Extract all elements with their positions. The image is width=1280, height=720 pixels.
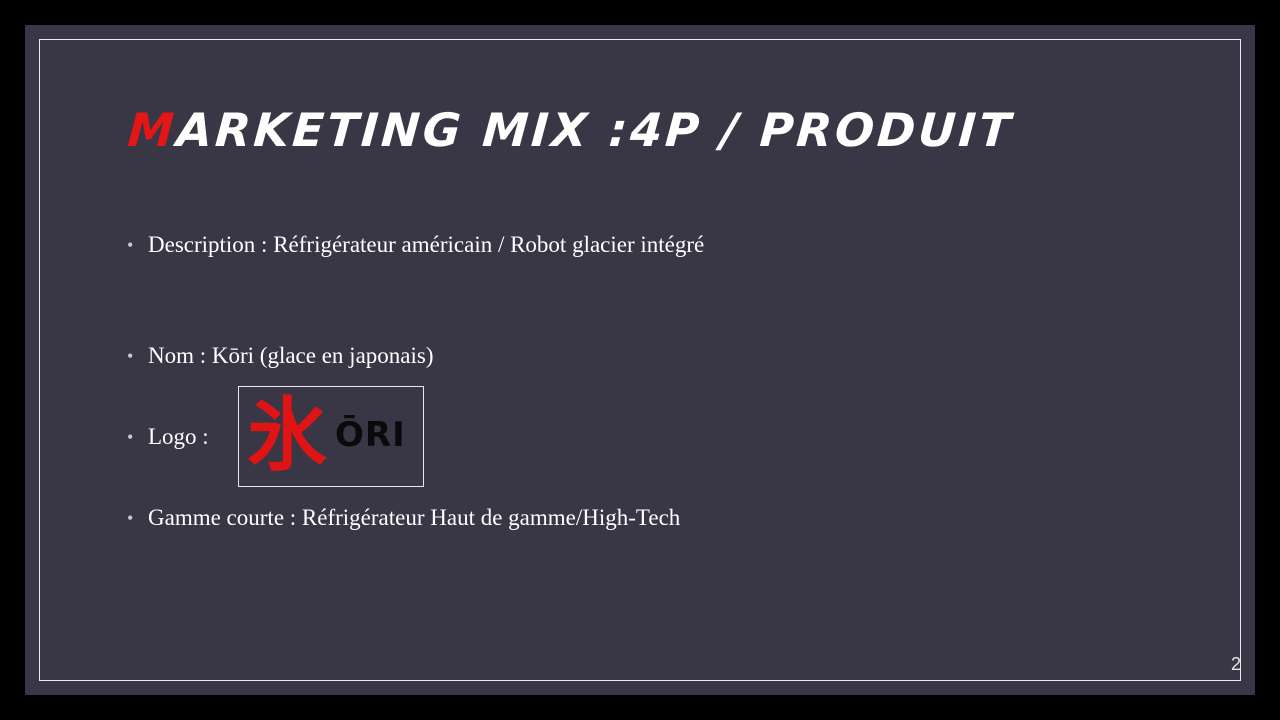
logo-kanji: 氷 xyxy=(247,389,327,482)
bullet-marker: • xyxy=(127,235,134,255)
bullet-description: • Description : Réfrigérateur américain … xyxy=(127,230,827,260)
bullet-marker: • xyxy=(127,346,134,366)
bullet-text: Description : Réfrigérateur américain / … xyxy=(148,232,705,257)
bullet-text: Nom : Kōri (glace en japonais) xyxy=(148,343,434,368)
bullet-range: • Gamme courte : Réfrigérateur Haut de g… xyxy=(127,503,827,533)
page-number: 2 xyxy=(1230,654,1241,674)
title-first-letter: M xyxy=(126,103,179,157)
bullet-marker: • xyxy=(127,427,134,447)
bullet-text: Gamme courte : Réfrigérateur Haut de gam… xyxy=(148,505,681,530)
logo-word: ŌRI xyxy=(335,415,406,455)
title-rest: arketing Mix :4P / Produit xyxy=(174,103,1016,157)
bullet-marker: • xyxy=(127,508,134,528)
bullet-name: • Nom : Kōri (glace en japonais) xyxy=(127,341,827,371)
slide: Marketing Mix :4P / Produit • Descriptio… xyxy=(25,25,1255,695)
slide-title: Marketing Mix :4P / Produit xyxy=(126,103,1015,157)
bullet-logo: • Logo : xyxy=(127,422,827,452)
kori-logo-image: 氷 ŌRI xyxy=(238,386,424,487)
